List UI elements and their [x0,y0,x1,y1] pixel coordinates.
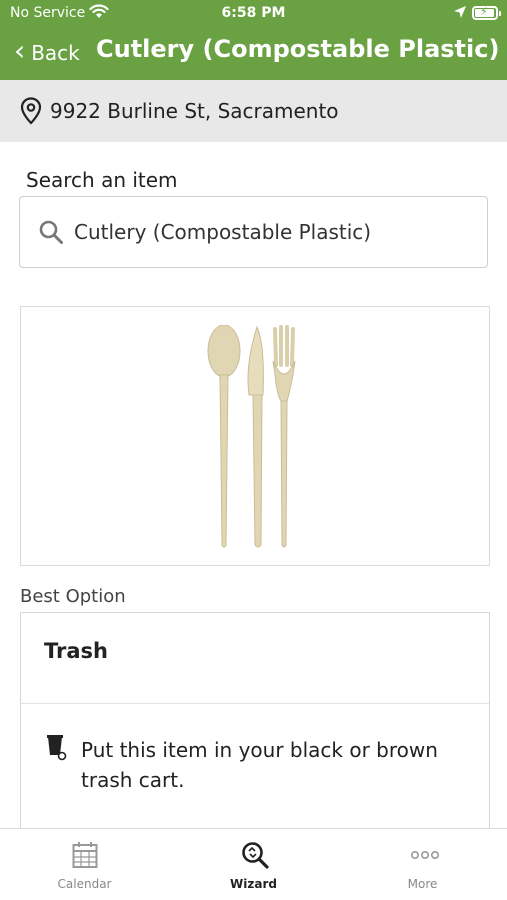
location-pin-icon [20,97,42,125]
address-bar[interactable]: 9922 Burline St, Sacramento [0,80,507,142]
option-description: Put this item in your black or brown tra… [81,738,438,792]
search-field[interactable] [19,196,488,268]
tab-more[interactable]: More [338,829,507,900]
option-title: Trash [44,639,108,663]
best-option-label: Best Option [20,586,126,607]
back-label: Back [31,40,80,65]
location-arrow-icon [453,5,467,23]
item-image-card [20,306,490,566]
nav-bar: ‹ Back Cutlery (Compostable Plastic) [0,28,507,80]
best-option-card: Trash Put this item in your black or bro… [20,612,490,852]
tab-wizard-label: Wizard [230,877,277,891]
more-dots-icon [410,851,439,860]
tab-calendar-label: Calendar [57,877,112,891]
calendar-icon [72,842,98,868]
back-button[interactable]: ‹ Back [14,34,80,67]
divider [21,703,489,704]
status-bar: No Service 6:58 PM ⚡ [0,0,507,28]
search-icon [39,220,63,244]
chevron-left-icon: ‹ [14,34,26,67]
app-header: No Service 6:58 PM ⚡ ‹ Back Cutlery (Com… [0,0,507,80]
clock: 6:58 PM [221,5,286,21]
search-input[interactable] [74,220,464,244]
cutlery-image [207,325,296,548]
battery-icon: ⚡ [472,5,501,20]
tab-calendar[interactable]: Calendar [0,829,169,900]
search-label: Search an item [26,168,178,192]
tab-more-label: More [407,877,438,891]
address-text: 9922 Burline St, Sacramento [50,99,339,123]
tab-bar: Calendar Wizard More [0,828,507,900]
tab-wizard[interactable]: Wizard [169,829,338,900]
wizard-search-icon [242,842,269,869]
trash-cart-icon [47,735,67,761]
page-title: Cutlery (Compostable Plastic) [96,35,500,63]
